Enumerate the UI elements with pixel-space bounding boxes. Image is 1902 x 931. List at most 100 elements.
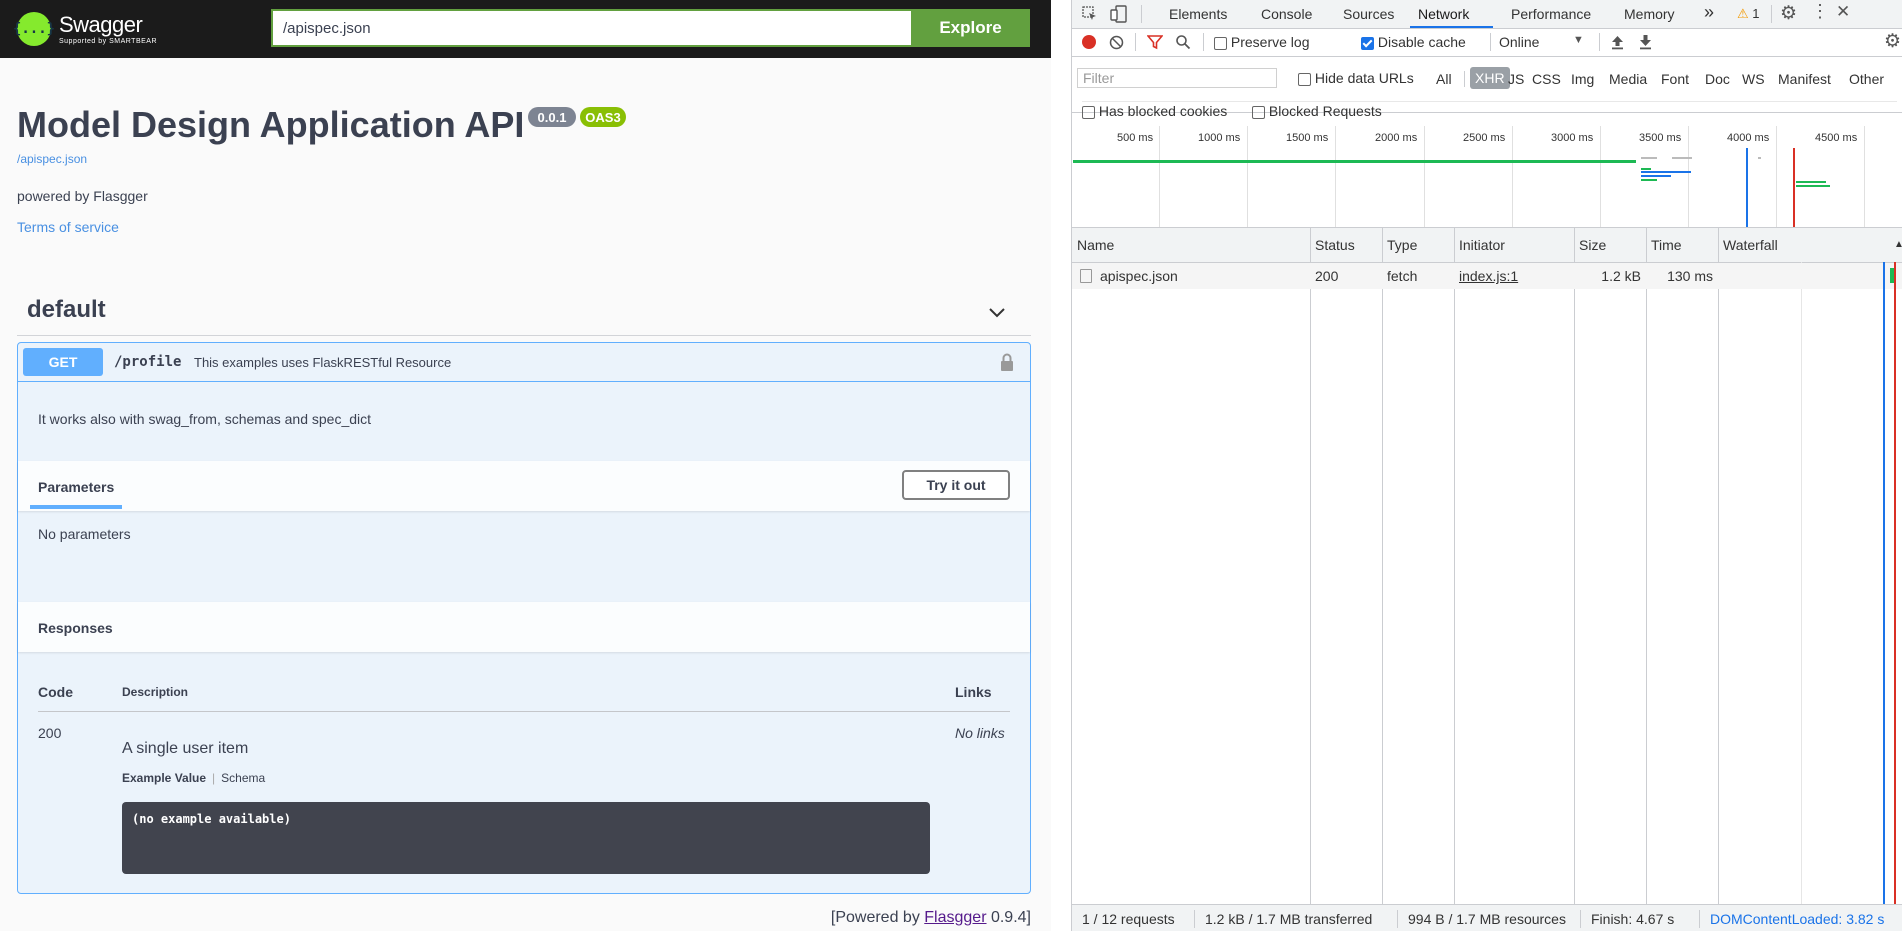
warning-icon: ⚠ [1737, 6, 1749, 21]
network-overview-timeline[interactable]: 500 ms 1000 ms 1500 ms 2000 ms 2500 ms 3… [1072, 126, 1902, 228]
tab-schema[interactable]: Schema [221, 771, 265, 785]
response-code: 200 [38, 725, 62, 741]
tab-underline [30, 505, 122, 509]
operation-path: /profile [114, 354, 182, 370]
tab-console[interactable]: Console [1261, 6, 1312, 22]
method-badge: GET [23, 348, 103, 376]
tab-network[interactable]: Network [1418, 6, 1469, 22]
load-event-marker [1793, 148, 1795, 227]
disable-cache-checkbox[interactable]: Disable cache [1361, 34, 1466, 50]
type-all[interactable]: All [1436, 71, 1452, 87]
operation-get-profile: GET /profile This examples uses FlaskRES… [17, 342, 1031, 894]
col-initiator-header[interactable]: Initiator [1459, 237, 1505, 253]
timeline-label: 3500 ms [1639, 132, 1682, 144]
blocked-requests-checkbox[interactable]: Blocked Requests [1252, 103, 1382, 119]
col-name-header[interactable]: Name [1077, 237, 1114, 253]
timeline-bar [1758, 157, 1761, 159]
type-ws[interactable]: WS [1742, 71, 1765, 87]
col-status-header[interactable]: Status [1315, 237, 1355, 253]
example-tabs: Example Value | Schema [122, 771, 266, 785]
oas-badge: OAS3 [580, 107, 626, 127]
tag-name: default [27, 296, 106, 323]
tab-performance[interactable]: Performance [1511, 6, 1591, 22]
export-har-icon[interactable] [1638, 34, 1653, 50]
operation-summary[interactable]: GET /profile This examples uses FlaskRES… [18, 343, 1030, 382]
filter-input[interactable]: Filter [1077, 68, 1277, 88]
network-toolbar: Preserve log Disable cache Online ▼ ⚙ [1072, 29, 1902, 57]
request-name[interactable]: apispec.json [1100, 268, 1178, 284]
col-type-header[interactable]: Type [1387, 237, 1417, 253]
dropdown-arrow-icon[interactable]: ▼ [1573, 34, 1584, 46]
tab-example-value[interactable]: Example Value [122, 771, 206, 785]
footer: [Powered by Flasgger 0.9.4] [830, 909, 1031, 926]
type-doc[interactable]: Doc [1705, 71, 1730, 87]
filter-icon[interactable] [1147, 34, 1163, 50]
kebab-menu-icon[interactable]: ⋮ [1811, 1, 1829, 22]
tab-elements[interactable]: Elements [1169, 6, 1227, 22]
timeline-bar [1641, 175, 1671, 177]
timeline-label: 1500 ms [1286, 132, 1329, 144]
type-js[interactable]: JS [1508, 71, 1524, 87]
operation-description: It works also with swag_from, schemas an… [38, 411, 372, 427]
device-toggle-icon[interactable] [1110, 5, 1128, 23]
request-initiator-link[interactable]: index.js:1 [1459, 268, 1518, 284]
tab-sources[interactable]: Sources [1343, 6, 1394, 22]
type-xhr[interactable]: XHR [1470, 67, 1510, 89]
dom-content-loaded-marker [1746, 148, 1748, 227]
has-blocked-cookies-checkbox[interactable]: Has blocked cookies [1082, 103, 1227, 119]
timeline-bar [1641, 179, 1657, 181]
hide-data-urls-checkbox[interactable]: Hide data URLs [1298, 70, 1414, 86]
tab-memory[interactable]: Memory [1624, 6, 1675, 22]
logo-title: Swagger [59, 11, 143, 37]
operation-summary-text: This examples uses FlaskRESTful Resource [194, 355, 452, 370]
more-tabs-icon[interactable]: » [1704, 2, 1714, 23]
chevron-down-icon[interactable] [987, 302, 1007, 322]
col-waterfall-header[interactable]: Waterfall [1723, 237, 1778, 253]
version-badge: 0.0.1 [528, 107, 576, 127]
table-row[interactable]: apispec.json 200 fetch index.js:1 1.2 kB… [1072, 263, 1902, 289]
sort-up-icon[interactable]: ▲ [1894, 239, 1902, 250]
resources-size: 994 B / 1.7 MB resources [1408, 911, 1566, 927]
document-icon [1080, 269, 1092, 283]
transferred-size: 1.2 kB / 1.7 MB transferred [1205, 911, 1373, 927]
warning-indicator[interactable]: ⚠ 1 [1737, 6, 1760, 22]
tab-parameters[interactable]: Parameters [38, 479, 114, 495]
search-icon[interactable] [1175, 34, 1191, 50]
tag-section-default[interactable]: default [17, 290, 1031, 336]
timeline-label: 2000 ms [1375, 132, 1418, 144]
col-time-header[interactable]: Time [1651, 237, 1682, 253]
api-title: Model Design Application API [17, 104, 525, 145]
type-css[interactable]: CSS [1532, 71, 1561, 87]
gear-icon[interactable]: ⚙ [1780, 2, 1797, 25]
col-size-header[interactable]: Size [1579, 237, 1606, 253]
preserve-log-checkbox[interactable]: Preserve log [1214, 34, 1309, 50]
record-icon[interactable] [1082, 35, 1096, 49]
spec-url-input[interactable]: /apispec.json [271, 9, 911, 47]
import-har-icon[interactable] [1610, 34, 1625, 50]
terms-of-service-link[interactable]: Terms of service [17, 219, 119, 235]
inspect-element-icon[interactable] [1082, 6, 1098, 22]
clear-icon[interactable] [1109, 35, 1124, 50]
close-icon[interactable]: ✕ [1836, 2, 1850, 22]
type-other[interactable]: Other [1849, 71, 1884, 87]
lock-icon[interactable] [1000, 353, 1014, 371]
type-font[interactable]: Font [1661, 71, 1689, 87]
type-img[interactable]: Img [1571, 71, 1594, 87]
active-tab-indicator [1410, 26, 1493, 28]
request-table-header: Name Status Type Initiator Size Time Wat… [1072, 228, 1902, 263]
request-time: 130 ms [1667, 268, 1713, 284]
timeline-bar [1641, 157, 1657, 159]
flasgger-link[interactable]: Flasgger [924, 909, 986, 926]
type-manifest[interactable]: Manifest [1778, 71, 1831, 87]
throttle-select[interactable]: Online [1499, 34, 1539, 50]
spec-link[interactable]: /apispec.json [17, 152, 87, 166]
timeline-bar [1672, 157, 1692, 159]
network-settings-icon[interactable]: ⚙ [1884, 30, 1901, 53]
explore-button[interactable]: Explore [911, 9, 1030, 47]
try-it-out-button[interactable]: Try it out [902, 470, 1010, 500]
timeline-bar [1796, 181, 1826, 183]
swagger-logo[interactable]: {...} Swagger Supported by SMARTBEAR [13, 10, 157, 48]
dom-content-loaded-marker [1883, 262, 1885, 904]
type-media[interactable]: Media [1609, 71, 1647, 87]
timeline-label: 500 ms [1117, 132, 1154, 144]
